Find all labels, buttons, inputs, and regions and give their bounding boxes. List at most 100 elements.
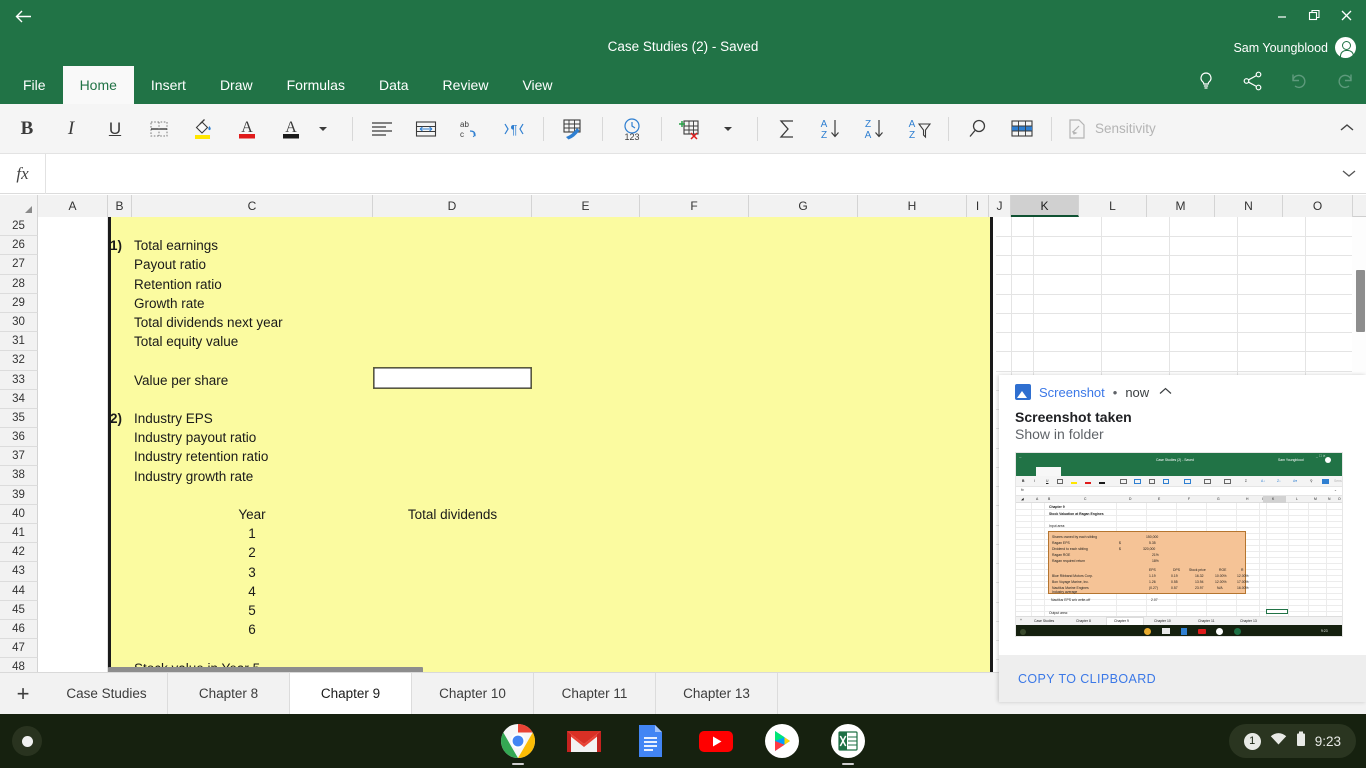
back-arrow-icon[interactable] bbox=[8, 4, 38, 32]
column-header-O[interactable]: O bbox=[1283, 195, 1353, 217]
tab-file[interactable]: File bbox=[6, 66, 63, 104]
row-header-44[interactable]: 44 bbox=[0, 581, 38, 601]
sheet-tab-chapter-13[interactable]: Chapter 13 bbox=[656, 673, 778, 714]
cell-B35[interactable]: 2) bbox=[110, 409, 122, 428]
row-header-33[interactable]: 33 bbox=[0, 370, 38, 390]
account-area[interactable]: Sam Youngblood bbox=[1233, 37, 1356, 59]
insert-delete-cells-icon[interactable] bbox=[676, 112, 706, 146]
cell-D40[interactable]: Total dividends bbox=[373, 505, 532, 524]
cell-B26[interactable]: 1) bbox=[110, 236, 122, 255]
autosum-icon[interactable] bbox=[772, 112, 802, 146]
row-header-28[interactable]: 28 bbox=[0, 274, 38, 294]
row-header-31[interactable]: 31 bbox=[0, 332, 38, 352]
cell-C35[interactable]: Industry EPS bbox=[134, 409, 213, 428]
minimize-button[interactable] bbox=[1266, 3, 1298, 27]
vertical-scroll-thumb[interactable] bbox=[1356, 270, 1365, 332]
add-sheet-button[interactable]: + bbox=[0, 673, 46, 714]
borders-icon[interactable] bbox=[144, 112, 174, 146]
insert-delete-dropdown-icon[interactable] bbox=[713, 112, 743, 146]
row-header-35[interactable]: 35 bbox=[0, 408, 38, 429]
tab-insert[interactable]: Insert bbox=[134, 66, 203, 104]
row-header-41[interactable]: 41 bbox=[0, 524, 38, 544]
sort-descending-icon[interactable]: Z A bbox=[860, 112, 890, 146]
wifi-icon[interactable] bbox=[1270, 732, 1287, 751]
merge-cells-icon[interactable] bbox=[411, 112, 441, 146]
chevron-up-icon[interactable] bbox=[1159, 386, 1172, 398]
column-header-K[interactable]: K bbox=[1011, 195, 1079, 217]
restore-button[interactable] bbox=[1298, 3, 1330, 27]
formula-input[interactable] bbox=[46, 153, 1332, 194]
row-header-25[interactable]: 25 bbox=[0, 217, 38, 237]
docs-icon[interactable] bbox=[631, 722, 669, 760]
tab-home[interactable]: Home bbox=[62, 66, 134, 104]
row-header-29[interactable]: 29 bbox=[0, 293, 38, 313]
tab-draw[interactable]: Draw bbox=[203, 66, 270, 104]
cell-C42[interactable]: 2 bbox=[134, 543, 370, 562]
sheet-tab-chapter-8[interactable]: Chapter 8 bbox=[168, 673, 290, 714]
cell-C45[interactable]: 5 bbox=[134, 601, 370, 620]
font-color-icon[interactable]: A bbox=[276, 112, 306, 146]
column-header-E[interactable]: E bbox=[532, 195, 640, 217]
share-icon[interactable] bbox=[1242, 70, 1266, 98]
select-all-corner[interactable] bbox=[0, 195, 38, 217]
find-icon[interactable] bbox=[963, 112, 993, 146]
cell-C43[interactable]: 3 bbox=[134, 563, 370, 582]
row-header-30[interactable]: 30 bbox=[0, 312, 38, 333]
avatar[interactable] bbox=[1335, 37, 1356, 59]
close-button[interactable] bbox=[1330, 3, 1362, 27]
column-header-A[interactable]: A bbox=[38, 195, 108, 217]
column-header-F[interactable]: F bbox=[640, 195, 749, 217]
column-header-I[interactable]: I bbox=[967, 195, 989, 217]
column-header-N[interactable]: N bbox=[1215, 195, 1283, 217]
bold-icon[interactable]: B bbox=[12, 112, 42, 146]
redo-icon[interactable] bbox=[1334, 70, 1358, 98]
cell-C26[interactable]: Total earnings bbox=[134, 236, 218, 255]
sheet-tab-chapter-9[interactable]: Chapter 9 bbox=[290, 673, 412, 714]
cell-C28[interactable]: Retention ratio bbox=[134, 275, 222, 294]
row-header-42[interactable]: 42 bbox=[0, 543, 38, 563]
column-header-C[interactable]: C bbox=[132, 195, 373, 217]
tab-review[interactable]: Review bbox=[426, 66, 506, 104]
number-format-icon[interactable]: 123 bbox=[617, 112, 647, 146]
row-header-27[interactable]: 27 bbox=[0, 255, 38, 275]
row-header-46[interactable]: 46 bbox=[0, 619, 38, 640]
spelling-icon[interactable]: ab c bbox=[455, 112, 485, 146]
cell-C41[interactable]: 1 bbox=[134, 524, 370, 543]
screenshot-notification[interactable]: Screenshot • now Screenshot taken Show i… bbox=[999, 375, 1366, 702]
lightbulb-icon[interactable] bbox=[1196, 70, 1220, 98]
sheet-tab-chapter-10[interactable]: Chapter 10 bbox=[412, 673, 534, 714]
cell-C44[interactable]: 4 bbox=[134, 582, 370, 601]
sensitivity-button[interactable]: Sensitivity bbox=[1067, 118, 1156, 140]
column-header-J[interactable]: J bbox=[989, 195, 1011, 217]
column-header-L[interactable]: L bbox=[1079, 195, 1147, 217]
chrome-icon[interactable] bbox=[499, 722, 537, 765]
fx-icon[interactable]: fx bbox=[0, 153, 46, 194]
cell-C27[interactable]: Payout ratio bbox=[134, 255, 206, 274]
font-color-red-icon[interactable]: A bbox=[232, 112, 262, 146]
underline-icon[interactable]: U bbox=[100, 112, 130, 146]
column-header-G[interactable]: G bbox=[749, 195, 858, 217]
chevron-down-icon[interactable] bbox=[1332, 167, 1366, 181]
sheet-tab-chapter-11[interactable]: Chapter 11 bbox=[534, 673, 656, 714]
tab-view[interactable]: View bbox=[505, 66, 569, 104]
excel-icon[interactable] bbox=[829, 722, 867, 765]
cell-C31[interactable]: Total equity value bbox=[134, 332, 238, 351]
battery-icon[interactable] bbox=[1296, 731, 1306, 752]
cell-C37[interactable]: Industry retention ratio bbox=[134, 447, 268, 466]
active-cell-input[interactable] bbox=[373, 367, 532, 389]
play-store-icon[interactable] bbox=[763, 722, 801, 760]
copy-to-clipboard-button[interactable]: COPY TO CLIPBOARD bbox=[1018, 672, 1156, 686]
filter-icon[interactable]: A Z bbox=[904, 112, 934, 146]
row-header-40[interactable]: 40 bbox=[0, 504, 38, 524]
cell-C36[interactable]: Industry payout ratio bbox=[134, 428, 256, 447]
cell-C29[interactable]: Growth rate bbox=[134, 294, 205, 313]
row-header-37[interactable]: 37 bbox=[0, 447, 38, 467]
italic-icon[interactable]: I bbox=[56, 112, 86, 146]
tab-formulas[interactable]: Formulas bbox=[270, 66, 362, 104]
row-header-39[interactable]: 39 bbox=[0, 485, 38, 505]
youtube-icon[interactable] bbox=[697, 722, 735, 760]
gmail-icon[interactable] bbox=[565, 722, 603, 760]
format-painter-icon[interactable] bbox=[558, 112, 588, 146]
row-header-47[interactable]: 47 bbox=[0, 639, 38, 659]
cell-C40[interactable]: Year bbox=[134, 505, 370, 524]
